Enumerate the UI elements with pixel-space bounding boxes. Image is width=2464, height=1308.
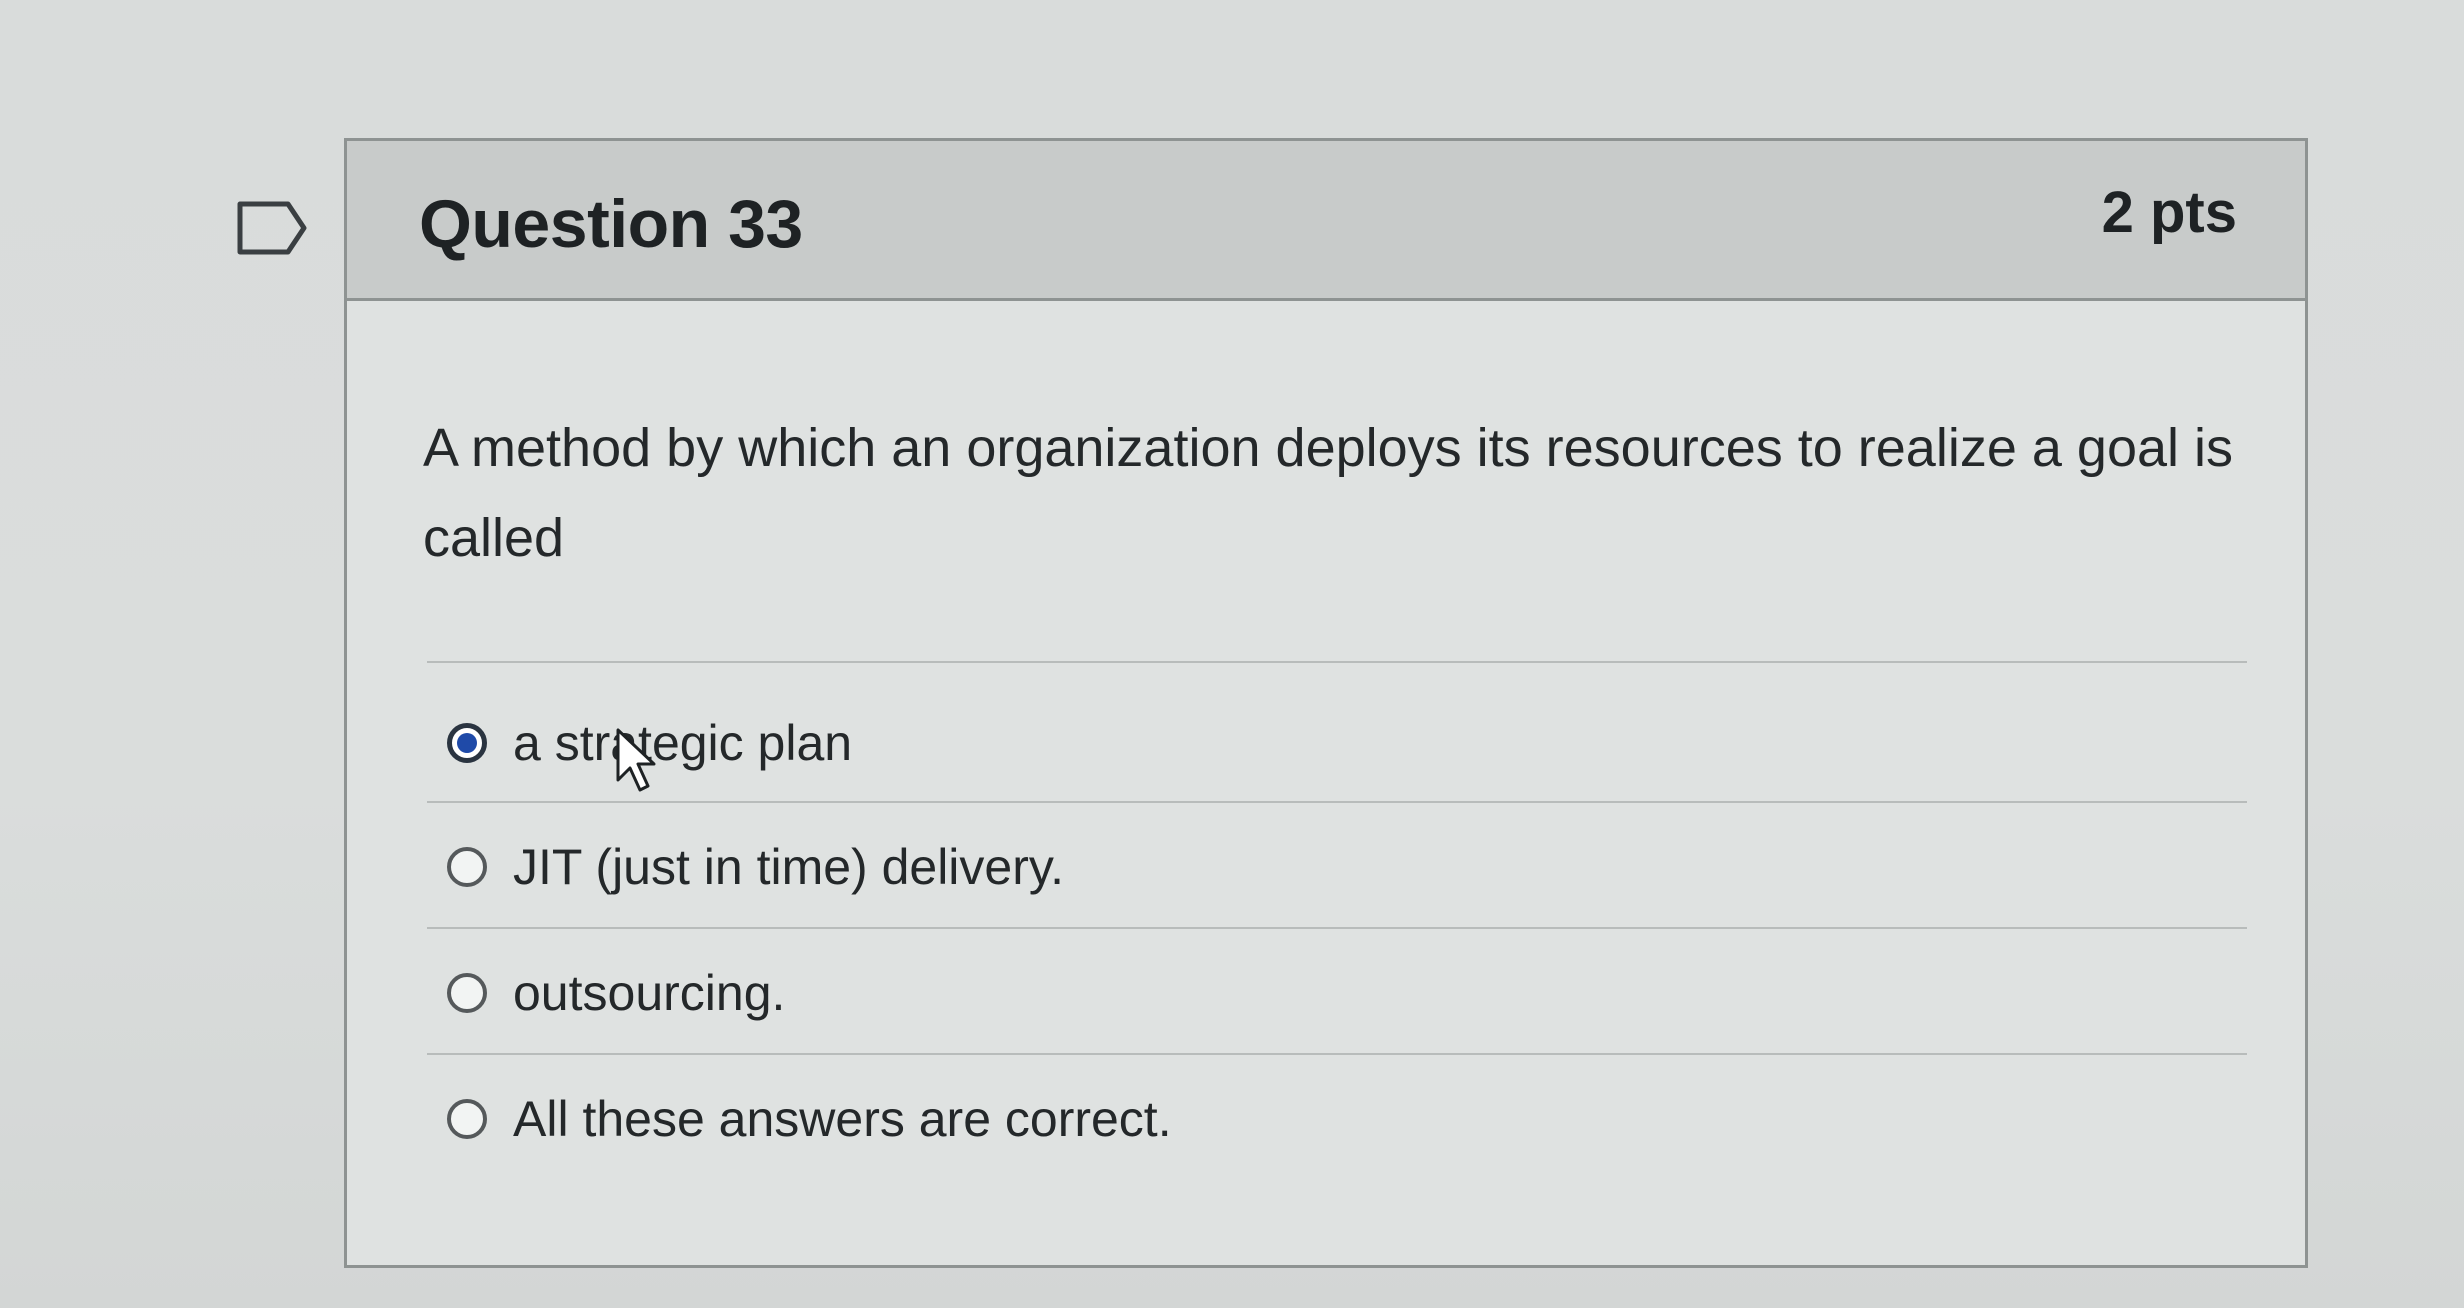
radio-unselected-icon[interactable] — [447, 847, 487, 887]
answer-label: a strategic plan — [513, 715, 853, 771]
screen-background: Question 33 2 pts A method by which an o… — [0, 0, 2464, 1308]
answer-option[interactable]: a strategic plan — [447, 693, 2227, 793]
question-title: Question 33 — [419, 186, 803, 262]
flag-question-icon[interactable] — [236, 200, 308, 256]
question-divider — [427, 661, 2247, 663]
question-header: Question 33 2 pts — [347, 141, 2305, 301]
question-points: 2 pts — [2101, 180, 2237, 245]
answer-label: JIT (just in time) delivery. — [513, 839, 1065, 895]
answer-divider — [427, 801, 2247, 803]
radio-selected-icon[interactable] — [447, 723, 487, 763]
answer-label: outsourcing. — [513, 965, 786, 1021]
question-text: A method by which an organization deploy… — [423, 418, 2234, 568]
answer-divider — [427, 1053, 2247, 1055]
radio-unselected-icon[interactable] — [447, 973, 487, 1013]
answer-label: All these answers are correct. — [513, 1091, 1172, 1147]
radio-unselected-icon[interactable] — [447, 1099, 487, 1139]
answer-option[interactable]: outsourcing. — [447, 943, 2227, 1043]
answer-divider — [427, 927, 2247, 929]
answer-option[interactable]: All these answers are correct. — [447, 1069, 2227, 1169]
answer-option[interactable]: JIT (just in time) delivery. — [447, 817, 2227, 917]
question-card: Question 33 2 pts A method by which an o… — [344, 138, 2308, 1268]
